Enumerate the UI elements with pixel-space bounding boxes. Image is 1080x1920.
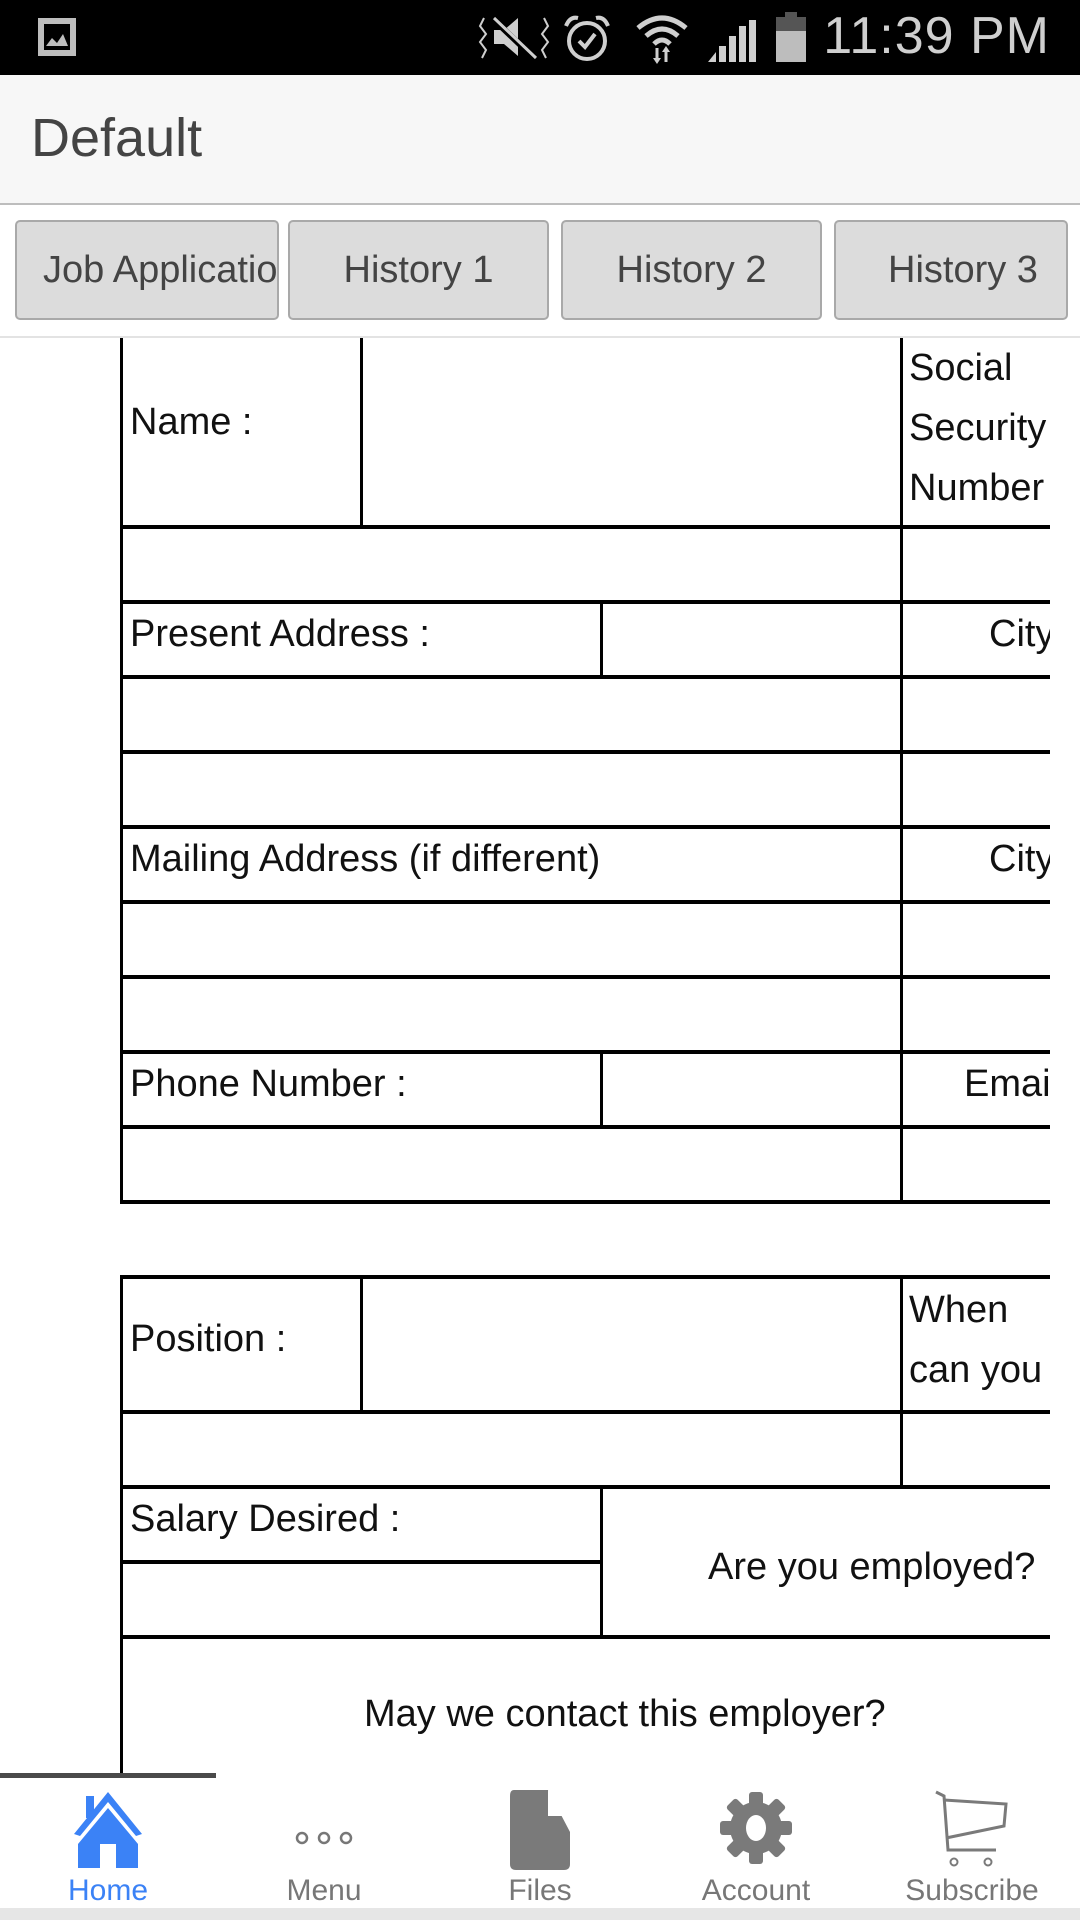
salary-desired-label: Salary Desired : [130, 1498, 401, 1540]
address-line-input[interactable] [123, 679, 900, 750]
battery-icon [776, 12, 806, 67]
nav-label: Menu [286, 1874, 362, 1907]
email-label: Email [964, 1063, 1050, 1105]
tab-label: History 1 [343, 249, 494, 291]
app-header: Default [0, 75, 1080, 205]
name-input[interactable] [363, 338, 900, 525]
nav-subscribe[interactable]: Subscribe [864, 1778, 1080, 1908]
alarm-icon [562, 14, 612, 69]
more-dots-icon [295, 1831, 353, 1845]
start-date-input[interactable] [903, 1414, 1050, 1485]
name-row-input[interactable] [123, 529, 900, 600]
signal-icon [708, 20, 756, 67]
form-viewport: Name : Social Security Number Present Ad… [0, 338, 1050, 1773]
cart-icon [935, 1790, 1008, 1867]
nav-label: Files [508, 1874, 572, 1907]
tab-history-3[interactable]: History 3 [834, 220, 1068, 320]
grid-line [120, 1050, 1050, 1054]
name-label: Name : [130, 401, 253, 443]
tab-label: Job Application [43, 249, 279, 291]
tab-history-2[interactable]: History 2 [561, 220, 822, 320]
clock: 11:39 PM [823, 7, 1050, 65]
mailing-address-input[interactable] [123, 904, 900, 975]
city-label: City [989, 613, 1050, 655]
mailing-address-label: Mailing Address (if different) [130, 838, 601, 880]
ssn-input[interactable] [903, 529, 1050, 600]
employed-question[interactable]: Are you employed? [708, 1546, 1035, 1589]
system-nav-strip [0, 1908, 1080, 1920]
nav-label: Subscribe [905, 1874, 1039, 1907]
nav-label: Home [67, 1874, 149, 1907]
gear-icon [720, 1792, 792, 1864]
status-bar: 11:39 PM [0, 0, 1080, 75]
position-label: Position : [130, 1318, 287, 1360]
salary-desired-input[interactable] [123, 1564, 600, 1635]
start-date-label: When can you start [909, 1280, 1050, 1408]
gallery-notification-icon [36, 16, 78, 63]
grid-line [120, 1275, 123, 1773]
phone-number-label: Phone Number : [130, 1063, 407, 1105]
ssn-label-text: Social Security Number [909, 347, 1047, 509]
grid-line [120, 1635, 1050, 1639]
present-address-input[interactable] [603, 604, 900, 675]
nav-menu[interactable]: Menu [216, 1778, 432, 1908]
bottom-navigation: Home Menu Files Account Subscribe [0, 1778, 1080, 1920]
mute-vibrate-icon [478, 14, 550, 65]
position-row-input[interactable] [123, 1414, 900, 1485]
grid-line [600, 1485, 603, 1635]
phone-row-input[interactable] [123, 1129, 900, 1200]
grid-line [120, 600, 1050, 604]
tab-label: History 2 [616, 249, 767, 291]
tab-label: History 3 [888, 249, 1038, 291]
file-icon [510, 1790, 570, 1870]
grid-line [120, 1485, 1050, 1489]
present-address-label: Present Address : [130, 613, 430, 655]
mailing-address-input[interactable] [123, 979, 900, 1050]
tab-bar: Job Application History 1 History 2 Hist… [0, 205, 1080, 338]
grid-line [120, 1200, 1050, 1204]
position-input[interactable] [363, 1279, 900, 1410]
start-date-label-text: When can you start [909, 1289, 1043, 1391]
grid-line [900, 338, 903, 1202]
page-title: Default [31, 108, 203, 168]
grid-line [120, 825, 1050, 829]
wifi-icon [636, 14, 688, 69]
application-form[interactable]: Name : Social Security Number Present Ad… [0, 338, 1080, 1773]
tab-history-1[interactable]: History 1 [288, 220, 549, 320]
phone-number-input[interactable] [603, 1054, 900, 1125]
nav-label: Account [701, 1874, 811, 1907]
contact-employer-question[interactable]: May we contact this employer? [364, 1693, 886, 1736]
nav-files[interactable]: Files [432, 1778, 648, 1908]
tab-job-application[interactable]: Job Application [15, 220, 279, 320]
address-line-input[interactable] [123, 754, 900, 825]
city-label: City [989, 838, 1050, 880]
ssn-label: Social Security Number [909, 338, 1050, 518]
home-icon [74, 1792, 142, 1868]
nav-account[interactable]: Account [648, 1778, 864, 1908]
nav-home[interactable]: Home [0, 1778, 216, 1908]
